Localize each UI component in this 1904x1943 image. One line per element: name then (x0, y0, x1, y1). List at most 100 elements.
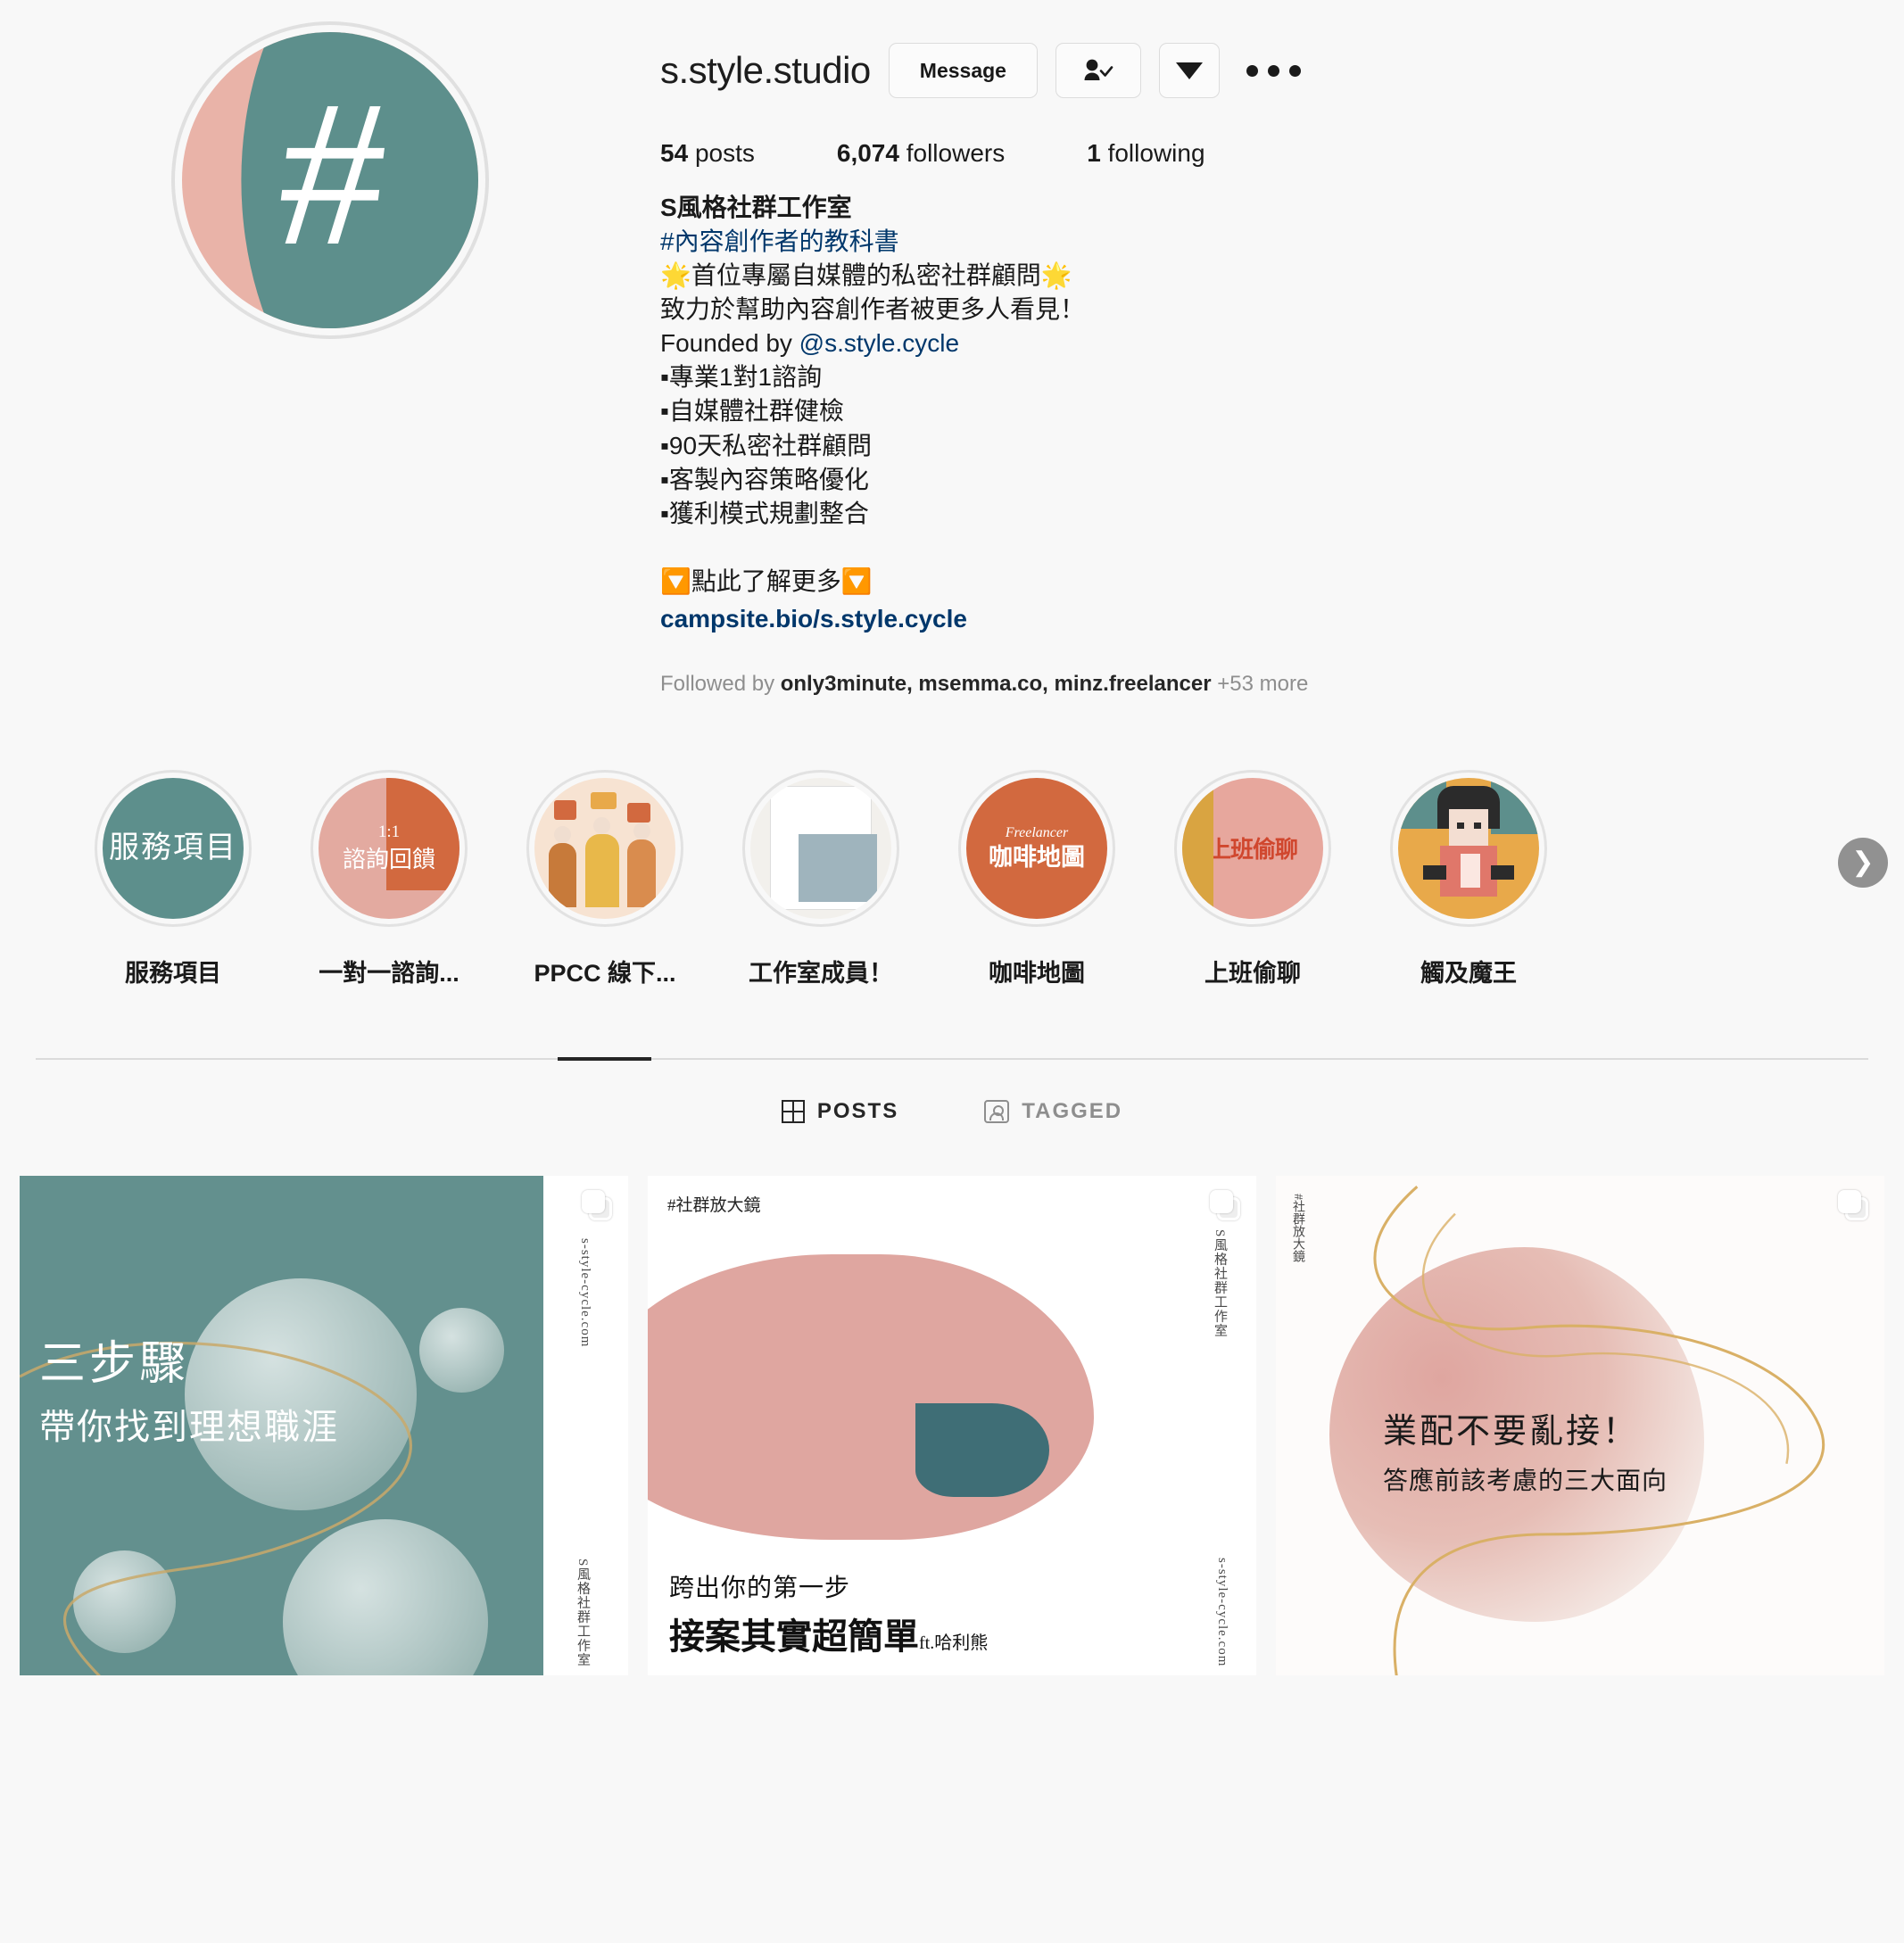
highlight-cover-text: 咖啡地圖 (989, 843, 1085, 871)
highlight-cover-image (750, 777, 891, 919)
post-caption-line2: 接案其實超簡單ft.哈利熊 (664, 1608, 989, 1659)
tab-tagged-label: TAGGED (1022, 1098, 1123, 1123)
post-thumbnail[interactable]: #社群放大鏡 業配不要亂接！ 答應前該考慮的三大面向 (1276, 1175, 1884, 1675)
highlight-cover-text: 諮詢回饋 (342, 847, 435, 873)
bio-hashtag-link[interactable]: #內容創作者的教科書 (660, 225, 1642, 259)
grid-icon (781, 1099, 805, 1123)
highlight-cover-image (1398, 777, 1539, 919)
highlight-item[interactable]: 1:1 諮詢回饋 一對一諮詢... (309, 769, 469, 988)
followers-count: 6,074 (836, 139, 899, 167)
highlight-cover-image (534, 777, 675, 919)
following-status-button[interactable] (1055, 43, 1141, 98)
post-caption-credit: ft.哈利熊 (919, 1633, 989, 1653)
tabs-divider (36, 1056, 1868, 1061)
bio-bullet: ▪獲利模式規劃整合 (660, 499, 869, 527)
post-caption-line1: 跨出你的第一步 (669, 1574, 851, 1602)
post-caption-highlight: 接案 (669, 1616, 741, 1657)
bio-bullet: ▪90天私密社群顧問 (660, 431, 873, 459)
username-action-row: s.style.studio Message (660, 43, 1904, 98)
post-side-brand: S風格社群工作室 (575, 1558, 590, 1666)
highlight-label: 服務項目 (125, 959, 221, 987)
highlight-cover-text: 上班偷聊 (1207, 837, 1298, 864)
bio-spacer (660, 531, 1642, 565)
active-tab-indicator (558, 1056, 651, 1061)
highlight-cover (526, 769, 683, 927)
caret-down-icon (1175, 62, 1203, 79)
post-thumbnail[interactable]: #社群放大鏡 跨出你的第一步 接案其實超簡單ft.哈利熊 S風格社群工作室 s-… (648, 1175, 1256, 1675)
highlight-label: 觸及魔王 (1420, 959, 1517, 987)
posts-count: 54 (660, 139, 689, 167)
bio-founded-handle[interactable]: @s.style.cycle (799, 329, 959, 357)
post-thumbnail[interactable]: 三步驟 帶你找到理想職涯 s-style-cycle.com S風格社群工作室 (20, 1175, 628, 1675)
post-title-line2: 帶你找到理想職涯 (39, 1406, 339, 1447)
highlight-item[interactable]: 上班偷聊 上班偷聊 (1172, 769, 1333, 988)
highlight-cover: 1:1 諮詢回饋 (310, 769, 468, 927)
post-grid: 三步驟 帶你找到理想職涯 s-style-cycle.com S風格社群工作室 … (20, 1175, 1884, 1675)
following-label: following (1107, 139, 1205, 167)
highlight-item[interactable]: 工作室成員！ (741, 769, 901, 988)
followed-by-suffix[interactable]: +53 more (1212, 672, 1308, 696)
avatar-image: # (182, 32, 478, 328)
post-blob-pink (648, 1253, 1094, 1540)
highlight-item[interactable]: 觸及魔王 (1388, 769, 1549, 988)
message-button[interactable]: Message (888, 43, 1038, 98)
post-sidebar: S風格社群工作室 s-style-cycle.com (1177, 1176, 1256, 1675)
tab-tagged[interactable]: TAGGED (984, 1099, 1122, 1129)
highlight-cover: Freelancer 咖啡地圖 (958, 769, 1115, 927)
highlights-next-button[interactable]: ❯ (1838, 837, 1888, 888)
post-caption-rest: 其實超簡單 (741, 1616, 919, 1657)
carousel-icon (582, 1189, 612, 1220)
pixel-character-icon (1398, 777, 1539, 919)
highlight-label: 上班偷聊 (1204, 959, 1301, 987)
stat-posts[interactable]: 54 posts (660, 139, 755, 168)
highlight-cover-subtext: 1:1 (377, 823, 401, 842)
stat-followers[interactable]: 6,074 followers (837, 139, 1005, 168)
bio-display-name: S風格社群工作室 (660, 194, 852, 221)
highlight-cover: 服務項目 (95, 769, 252, 927)
tab-posts[interactable]: POSTS (781, 1098, 899, 1129)
post-side-brand: S風格社群工作室 (1213, 1228, 1227, 1338)
stat-following[interactable]: 1 following (1087, 139, 1204, 168)
hashtag-logo-icon: # (266, 56, 394, 289)
highlight-cover: 上班偷聊 (1174, 769, 1331, 927)
bio-bullet: ▪專業1對1諮詢 (660, 363, 823, 392)
highlight-cover (742, 769, 899, 927)
post-title-line1: 三步驟 (39, 1338, 190, 1390)
highlight-cover-image: 服務項目 (103, 777, 244, 919)
followed-by-prefix: Followed by (660, 671, 781, 696)
options-dropdown-button[interactable] (1158, 43, 1220, 98)
highlight-label: 咖啡地圖 (989, 959, 1085, 987)
post-title-line1: 業配不要亂接！ (1383, 1412, 1640, 1451)
highlight-cover-image: Freelancer 咖啡地圖 (966, 777, 1107, 919)
more-options-button[interactable] (1238, 64, 1310, 77)
ellipsis-icon (1246, 64, 1258, 77)
instagram-profile-page: # s.style.studio Message 54 posts 6,074 … (0, 0, 1904, 1943)
carousel-icon (1838, 1189, 1868, 1220)
bio-line-mission: 致力於幫助內容創作者被更多人看見！ (660, 295, 1086, 324)
person-check-icon (1084, 59, 1113, 80)
page-title: s.style.studio (660, 49, 871, 91)
profile-bio: S風格社群工作室 #內容創作者的教科書 🌟首位專屬自媒體的私密社群顧問🌟 致力於… (660, 191, 1642, 636)
followed-by-text: Followed by only3minute, msemma.co, minz… (660, 672, 1904, 697)
post-caption: 業配不要亂接！ 答應前該考慮的三大面向 (1383, 1403, 1668, 1497)
tab-posts-label: POSTS (816, 1098, 899, 1123)
carousel-icon (1210, 1189, 1240, 1220)
bio-external-link[interactable]: campsite.bio/s.style.cycle (660, 602, 1642, 636)
avatar[interactable]: # (171, 21, 489, 339)
highlight-cover-text: 服務項目 (109, 831, 237, 865)
post-caption: 跨出你的第一步 接案其實超簡單ft.哈利熊 (664, 1568, 989, 1659)
profile-header: # s.style.studio Message 54 posts 6,074 … (0, 0, 1904, 697)
illustration-people-icon (534, 778, 675, 919)
highlight-item[interactable]: 服務項目 服務項目 (93, 769, 253, 988)
followed-by-names[interactable]: only3minute, msemma.co, minz.freelancer (781, 672, 1212, 696)
highlight-item[interactable]: Freelancer 咖啡地圖 咖啡地圖 (956, 769, 1117, 988)
highlight-label: PPCC 線下... (534, 959, 676, 987)
highlight-label: 工作室成員！ (749, 959, 893, 987)
profile-tabs: POSTS TAGGED (0, 1099, 1904, 1129)
bio-founded-line: Founded by @s.style.cycle (660, 327, 1642, 360)
bio-founded-prefix: Founded by (660, 329, 799, 358)
highlight-label: 一對一諮詢... (319, 959, 459, 987)
highlight-item[interactable]: PPCC 線下... (525, 769, 685, 988)
highlight-cover-image: 上班偷聊 (1182, 777, 1323, 919)
post-side-url: s-style-cycle.com (1215, 1557, 1229, 1666)
